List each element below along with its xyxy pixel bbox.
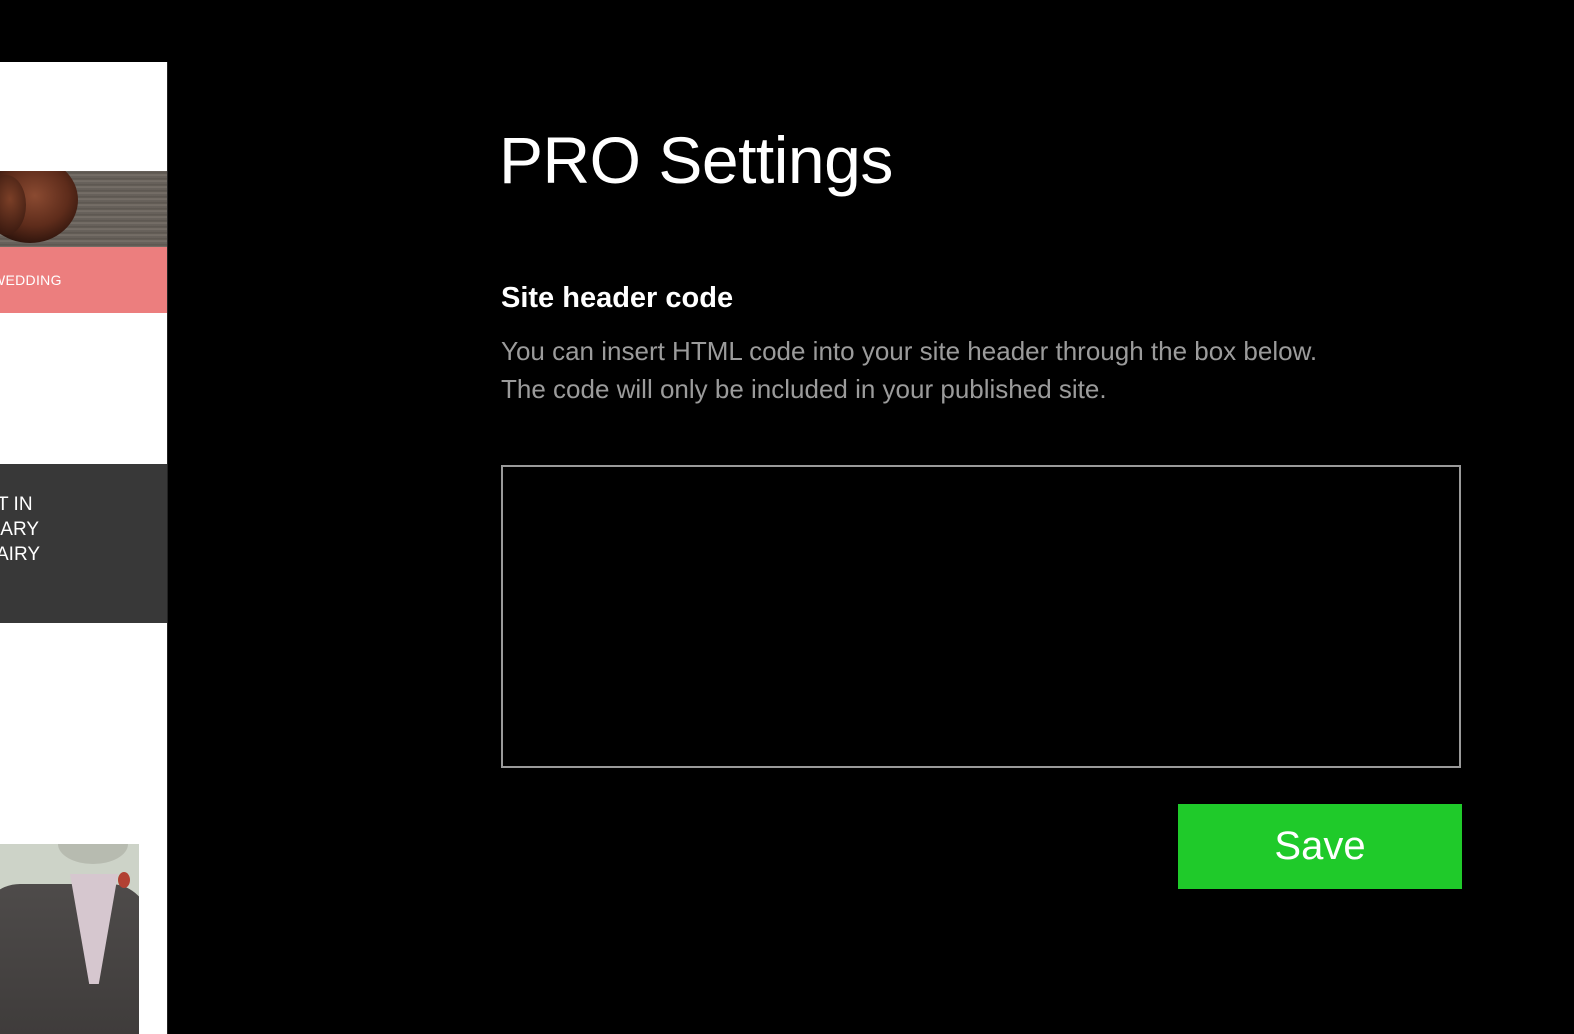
groom-photo bbox=[0, 844, 139, 1034]
dark-block-line: IARY bbox=[0, 519, 40, 540]
dark-text-block: T IN IARY AIRY bbox=[0, 464, 167, 623]
page-title: PRO Settings bbox=[499, 123, 893, 197]
header-code-textarea[interactable] bbox=[501, 465, 1461, 768]
save-button[interactable]: Save bbox=[1178, 804, 1462, 889]
site-preview: WEDDING T IN IARY AIRY bbox=[0, 62, 167, 1034]
pink-banner-text: WEDDING bbox=[0, 272, 62, 288]
shoes-photo bbox=[0, 171, 167, 247]
dark-block-line: T IN bbox=[0, 494, 33, 515]
preview-edge-divider bbox=[167, 62, 168, 1034]
dark-block-line: AIRY bbox=[0, 544, 41, 565]
description-line: You can insert HTML code into your site … bbox=[501, 336, 1318, 366]
pink-banner: WEDDING bbox=[0, 247, 167, 313]
settings-screen: WEDDING T IN IARY AIRY PRO Settings Site… bbox=[0, 0, 1574, 1034]
section-description: You can insert HTML code into your site … bbox=[501, 332, 1481, 408]
description-line: The code will only be included in your p… bbox=[501, 374, 1107, 404]
section-title: Site header code bbox=[501, 282, 734, 314]
